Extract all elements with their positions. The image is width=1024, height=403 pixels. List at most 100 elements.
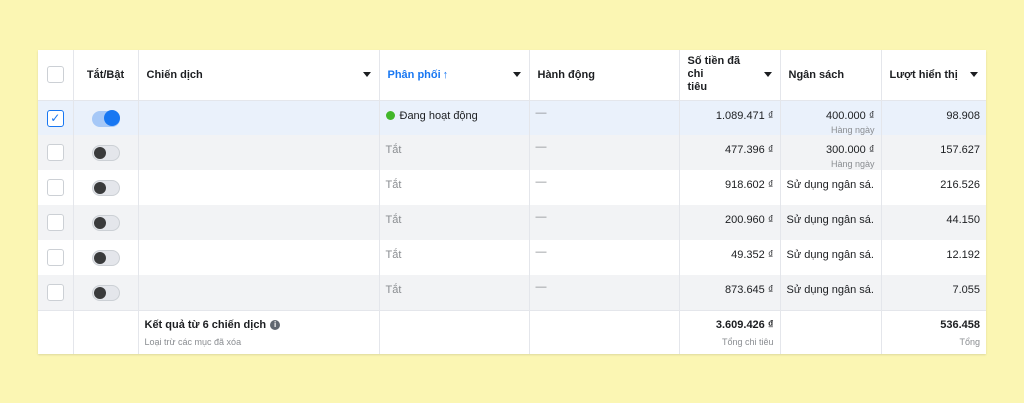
totals-title: Kết quả từ 6 chiến dịch xyxy=(144,318,267,331)
header-select-all[interactable] xyxy=(38,50,74,101)
row-checkbox[interactable] xyxy=(46,214,64,231)
header-row: Tắt/Bật Chiến dịch Phân phối ↑ Hành động… xyxy=(38,50,986,101)
delivery-status: Đang hoạt động xyxy=(399,109,478,122)
table-row[interactable]: ✓ Đang hoạt động — 1.089.471 ₫ 400.000 ₫ Hàng… xyxy=(38,100,986,135)
impressions-cell: 7.055 xyxy=(881,275,986,310)
row-select-cell[interactable] xyxy=(38,170,74,205)
amount-spent: 200.960 ₫ xyxy=(725,214,774,226)
action-value: — xyxy=(535,141,547,153)
budget-cell[interactable]: 300.000 ₫ Hàng ngày xyxy=(780,135,882,170)
campaigns-table-panel: Tắt/Bật Chiến dịch Phân phối ↑ Hành động… xyxy=(38,50,986,354)
sort-ascending-icon[interactable]: ↑ xyxy=(443,69,449,81)
row-toggle-cell[interactable] xyxy=(73,240,139,275)
info-icon[interactable]: i xyxy=(270,319,281,330)
budget-value: Sử dụng ngân sá... xyxy=(786,249,875,261)
row-checkbox[interactable] xyxy=(46,284,64,301)
chevron-down-icon[interactable] xyxy=(763,72,772,78)
campaign-name-cell[interactable] xyxy=(138,100,380,135)
campaign-name-cell[interactable] xyxy=(138,240,380,275)
campaign-toggle[interactable] xyxy=(91,215,120,231)
actions-cell: — xyxy=(529,170,680,205)
total-impressions-label: Tổng xyxy=(959,336,980,347)
header-impressions-label: Lượt hiển thị xyxy=(889,68,958,81)
actions-cell: — xyxy=(529,275,680,310)
delivery-cell: Tắt xyxy=(379,275,530,310)
row-select-cell[interactable]: ✓ xyxy=(38,100,74,135)
campaign-toggle[interactable] xyxy=(91,250,120,266)
row-checkbox[interactable] xyxy=(46,249,64,266)
action-value: — xyxy=(535,211,547,223)
header-delivery[interactable]: Phân phối ↑ xyxy=(379,50,530,101)
campaign-name-cell[interactable] xyxy=(138,205,380,240)
table-row[interactable]: Tắt — 200.960 ₫ Sử dụng ngân sá... 44.150 xyxy=(38,205,986,240)
impressions-cell: 44.150 xyxy=(881,205,986,240)
impressions-value: 98.908 xyxy=(946,109,980,122)
campaign-toggle[interactable] xyxy=(91,145,120,161)
campaign-name-cell[interactable] xyxy=(138,170,380,205)
chevron-down-icon[interactable] xyxy=(512,72,521,78)
budget-value: Sử dụng ngân sá... xyxy=(786,214,875,226)
header-actions[interactable]: Hành động xyxy=(529,50,680,101)
row-toggle-cell[interactable] xyxy=(73,275,139,310)
table-row[interactable]: Tắt — 49.352 ₫ Sử dụng ngân sá... 12.192 xyxy=(38,240,986,275)
campaign-toggle[interactable] xyxy=(91,109,120,127)
row-toggle-cell[interactable] xyxy=(73,205,139,240)
total-impressions-value: 536.458 xyxy=(940,318,980,331)
impressions-value: 216.526 xyxy=(940,179,980,191)
row-select-cell[interactable] xyxy=(38,135,74,170)
amount-spent: 477.396 ₫ xyxy=(725,144,774,156)
table-row[interactable]: Tắt — 918.602 ₫ Sử dụng ngân sá... 216.526 xyxy=(38,170,986,205)
spent-cell: 918.602 ₫ xyxy=(679,170,781,205)
budget-cell[interactable]: Sử dụng ngân sá... xyxy=(780,275,882,310)
row-checkbox[interactable]: ✓ xyxy=(46,109,64,127)
row-checkbox[interactable] xyxy=(46,179,64,196)
campaign-name-cell[interactable] xyxy=(138,275,380,310)
budget-value: Sử dụng ngân sá... xyxy=(786,284,875,296)
row-toggle-cell[interactable] xyxy=(73,100,139,135)
campaign-toggle[interactable] xyxy=(91,180,120,196)
header-campaign[interactable]: Chiến dịch xyxy=(138,50,380,101)
budget-cell[interactable]: Sử dụng ngân sá... xyxy=(780,170,882,205)
total-spent-label: Tổng chi tiêu xyxy=(721,336,774,347)
toggle-knob xyxy=(93,182,106,194)
header-impressions[interactable]: Lượt hiển thị xyxy=(881,50,986,101)
header-campaign-label: Chiến dịch xyxy=(146,68,203,81)
header-amount-spent[interactable]: Số tiền đã chi tiêu xyxy=(679,50,781,101)
actions-cell: — xyxy=(529,135,680,170)
delivery-status: Tắt xyxy=(385,179,402,191)
impressions-cell: 216.526 xyxy=(881,170,986,205)
budget-value: Sử dụng ngân sá... xyxy=(786,179,875,191)
row-select-cell[interactable] xyxy=(38,240,74,275)
row-toggle-cell[interactable] xyxy=(73,135,139,170)
actions-cell: — xyxy=(529,100,680,135)
row-toggle-cell[interactable] xyxy=(73,170,139,205)
toggle-knob xyxy=(93,287,106,299)
budget-cell[interactable]: Sử dụng ngân sá... xyxy=(780,240,882,275)
delivery-cell: Tắt xyxy=(379,170,530,205)
impressions-value: 12.192 xyxy=(946,249,980,261)
toggle-knob xyxy=(93,217,106,229)
campaign-name-cell[interactable] xyxy=(138,135,380,170)
amount-spent: 1.089.471 ₫ xyxy=(715,109,774,122)
spent-cell: 477.396 ₫ xyxy=(679,135,781,170)
header-budget[interactable]: Ngân sách xyxy=(780,50,882,101)
impressions-cell: 98.908 xyxy=(881,100,986,135)
row-select-cell[interactable] xyxy=(38,205,74,240)
row-select-cell[interactable] xyxy=(38,275,74,310)
budget-cell[interactable]: Sử dụng ngân sá... xyxy=(780,205,882,240)
delivery-cell: Tắt xyxy=(379,135,530,170)
table-row[interactable]: Tắt — 477.396 ₫ 300.000 ₫ Hàng ngày 157.627 xyxy=(38,135,986,170)
budget-cell[interactable]: 400.000 ₫ Hàng ngày xyxy=(780,100,882,135)
campaign-toggle[interactable] xyxy=(91,285,120,301)
row-checkbox[interactable] xyxy=(46,144,64,161)
impressions-value: 7.055 xyxy=(952,284,980,296)
impressions-cell: 12.192 xyxy=(881,240,986,275)
action-value: — xyxy=(535,106,547,119)
select-all-checkbox[interactable] xyxy=(46,66,64,84)
total-spent-value: 3.609.426 ₫ xyxy=(715,318,774,331)
spent-cell: 49.352 ₫ xyxy=(679,240,781,275)
table-row[interactable]: Tắt — 873.645 ₫ Sử dụng ngân sá... 7.055 xyxy=(38,275,986,310)
chevron-down-icon[interactable] xyxy=(970,72,978,78)
chevron-down-icon[interactable] xyxy=(362,72,371,78)
delivery-status: Tắt xyxy=(385,249,402,261)
